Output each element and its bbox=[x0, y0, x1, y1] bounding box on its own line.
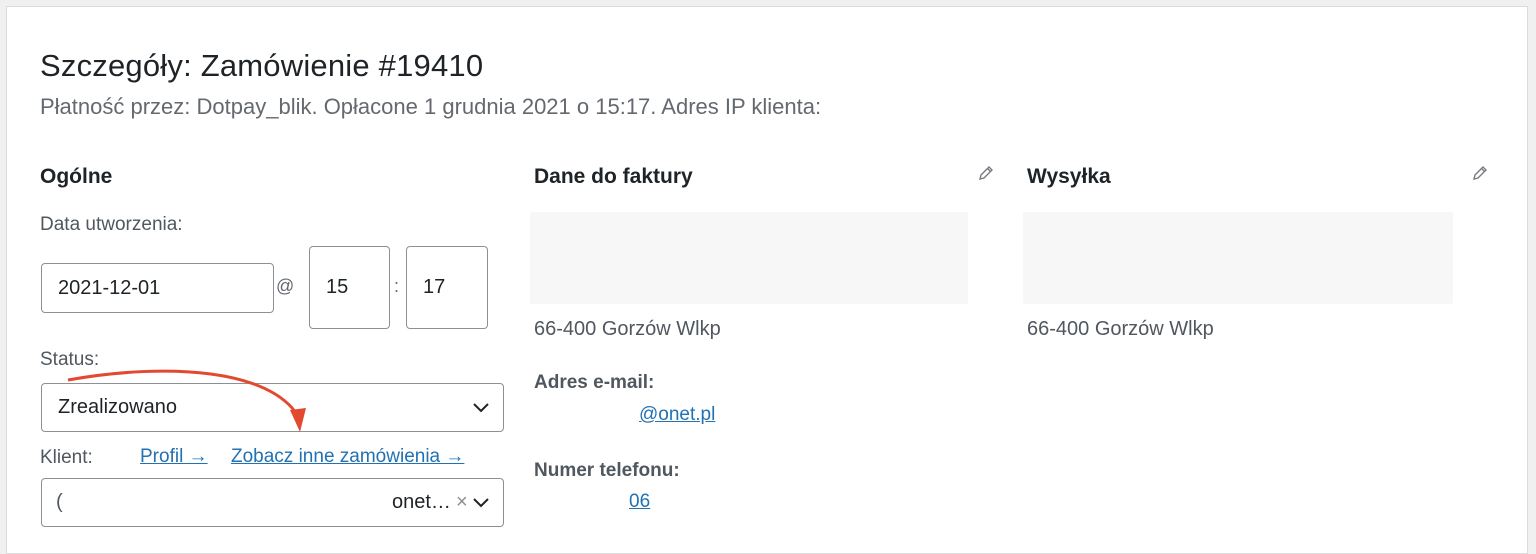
redacted-billing-address bbox=[530, 212, 968, 304]
general-section-title: Ogólne bbox=[40, 165, 113, 188]
chevron-down-icon bbox=[473, 402, 489, 412]
client-profile-link[interactable]: Profil → bbox=[140, 446, 208, 468]
chevron-down-icon bbox=[473, 497, 489, 507]
date-created-label: Data utworzenia: bbox=[40, 214, 183, 235]
pencil-icon[interactable] bbox=[976, 163, 996, 183]
client-redacted-start: ( bbox=[56, 491, 63, 513]
email-link[interactable]: @onet.pl bbox=[639, 404, 715, 426]
hour-input[interactable]: 15 bbox=[309, 246, 390, 329]
billing-section-title: Dane do faktury bbox=[534, 165, 693, 188]
client-select[interactable]: ( onet… × bbox=[41, 478, 504, 527]
at-separator: @ bbox=[276, 276, 295, 296]
annotation-arrow bbox=[67, 369, 306, 432]
minute-value: 17 bbox=[423, 276, 446, 298]
other-orders-link[interactable]: Zobacz inne zamówienia → bbox=[231, 446, 464, 468]
minute-input[interactable]: 17 bbox=[406, 246, 488, 329]
phone-label: Numer telefonu: bbox=[534, 460, 680, 481]
page-title: Szczegóły: Zamówienie #19410 bbox=[40, 48, 484, 83]
pencil-icon[interactable] bbox=[1470, 163, 1490, 183]
date-input[interactable]: 2021-12-01 bbox=[41, 263, 274, 313]
redacted-shipping-address bbox=[1023, 212, 1453, 304]
shipping-address-line: 66-400 Gorzów Wlkp bbox=[1027, 318, 1214, 340]
date-value: 2021-12-01 bbox=[58, 276, 161, 299]
payment-info: Płatność przez: Dotpay_blik. Opłacone 1 … bbox=[40, 94, 822, 119]
phone-link[interactable]: 06 bbox=[629, 491, 650, 513]
hour-value: 15 bbox=[326, 276, 349, 298]
email-label: Adres e-mail: bbox=[534, 372, 655, 393]
clear-x-icon[interactable]: × bbox=[456, 491, 468, 514]
client-selected-value: onet… bbox=[392, 491, 451, 513]
client-label: Klient: bbox=[40, 447, 93, 468]
billing-address-line: 66-400 Gorzów Wlkp bbox=[534, 318, 721, 340]
shipping-section-title: Wysyłka bbox=[1027, 165, 1111, 188]
time-colon: : bbox=[394, 276, 400, 296]
